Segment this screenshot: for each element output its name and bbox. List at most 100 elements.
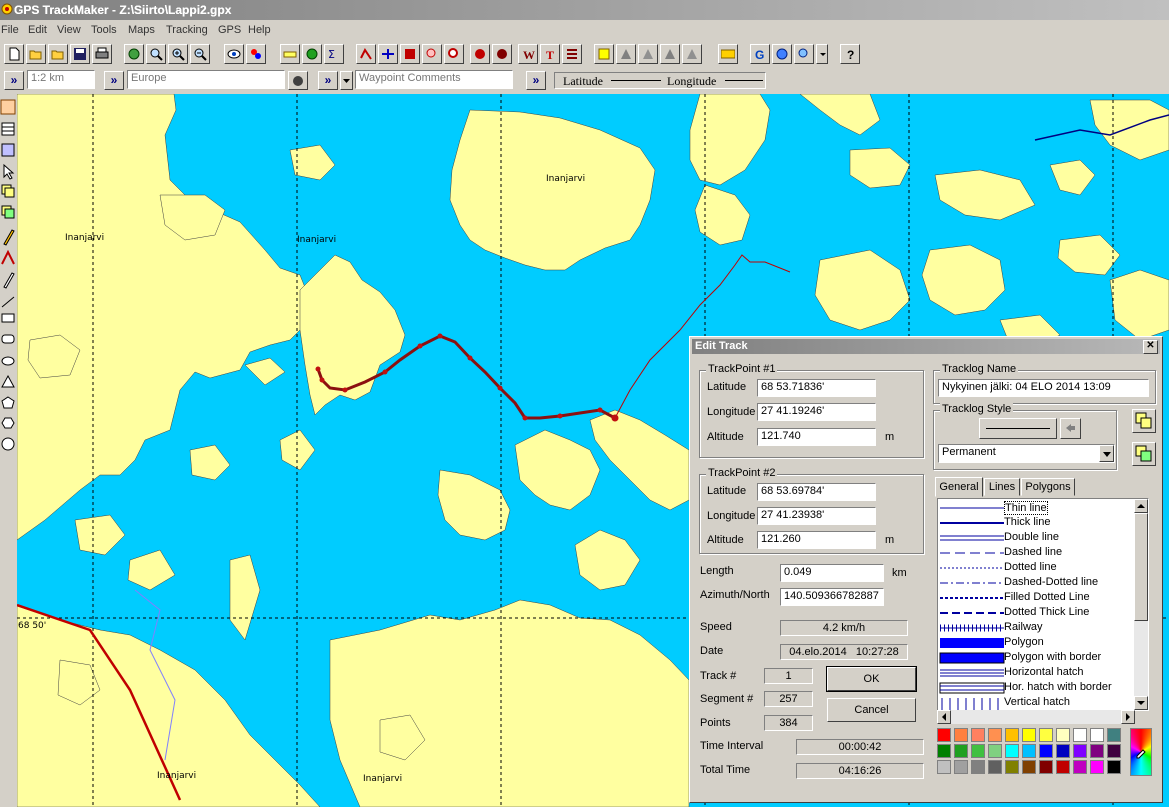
globe-button[interactable] xyxy=(302,44,322,64)
color-swatch[interactable] xyxy=(1056,728,1070,742)
color-swatch[interactable] xyxy=(937,744,951,758)
copy-icon[interactable] xyxy=(1,184,15,198)
list-item[interactable]: Vertical hatch xyxy=(938,695,1136,710)
list-scrollbar[interactable] xyxy=(1134,499,1148,710)
tp2-latitude-field[interactable]: 68 53.69784' xyxy=(757,483,876,501)
waypoint-dropdown[interactable] xyxy=(340,71,353,90)
length-field[interactable]: 0.049 xyxy=(780,564,884,582)
list-item[interactable]: Thick line xyxy=(938,515,1136,530)
track-search-button[interactable] xyxy=(444,44,464,64)
color-swatch[interactable] xyxy=(954,760,968,774)
color-swatch[interactable] xyxy=(1022,760,1036,774)
color-swatch[interactable] xyxy=(1039,760,1053,774)
save-button[interactable] xyxy=(70,44,90,64)
record-button[interactable] xyxy=(288,71,308,90)
color-swatch[interactable] xyxy=(1090,728,1104,742)
scroll-thumb[interactable] xyxy=(1134,513,1148,621)
ok-button[interactable]: OK xyxy=(826,666,917,692)
list-item[interactable]: Polygon with border xyxy=(938,650,1136,665)
region-go-button[interactable]: » xyxy=(104,71,124,90)
route-tool-button[interactable] xyxy=(492,44,512,64)
list-button[interactable] xyxy=(562,44,582,64)
menu-tools[interactable]: Tools xyxy=(91,24,117,36)
sigma-button[interactable]: Σ xyxy=(324,44,344,64)
color-swatch[interactable] xyxy=(954,728,968,742)
scroll-left-button[interactable] xyxy=(937,710,951,724)
hexagon-icon[interactable] xyxy=(1,417,15,429)
menu-edit[interactable]: Edit xyxy=(28,24,47,36)
style-copy-button[interactable] xyxy=(1132,409,1156,433)
earth-button[interactable] xyxy=(772,44,792,64)
color-swatch[interactable] xyxy=(1005,760,1019,774)
gps-device-3-button[interactable] xyxy=(660,44,680,64)
tp2-altitude-field[interactable]: 121.260 xyxy=(757,531,876,549)
google-button[interactable]: G xyxy=(750,44,770,64)
pentagon-icon[interactable] xyxy=(1,396,15,409)
custom-color-button[interactable] xyxy=(1130,728,1152,776)
web-search-dropdown[interactable] xyxy=(816,44,828,64)
style-select[interactable]: Permanent xyxy=(938,444,1115,463)
azimuth-field[interactable]: 140.509366782887 xyxy=(780,588,884,606)
color-swatch[interactable] xyxy=(937,728,951,742)
track-join-button[interactable] xyxy=(400,44,420,64)
gps-button[interactable] xyxy=(718,44,738,64)
list-item[interactable]: Railway xyxy=(938,620,1136,635)
color-swatch[interactable] xyxy=(1005,728,1019,742)
color-swatch[interactable] xyxy=(937,760,951,774)
color-swatch[interactable] xyxy=(1056,744,1070,758)
web-search-button[interactable] xyxy=(794,44,814,64)
list-hscrollbar[interactable] xyxy=(937,710,1135,724)
waypoint-tool-button[interactable] xyxy=(470,44,490,64)
waypoint-go-button[interactable]: » xyxy=(318,71,338,90)
scale-go-button[interactable]: » xyxy=(4,71,24,90)
tab-polygons[interactable]: Polygons xyxy=(1021,478,1075,496)
print-button[interactable] xyxy=(92,44,112,64)
color-swatch[interactable] xyxy=(1039,728,1053,742)
region-field[interactable]: Europe xyxy=(127,70,285,89)
scale-field[interactable]: 1:2 km xyxy=(27,70,95,89)
ruler-button[interactable] xyxy=(280,44,300,64)
arrow-pointer-icon[interactable] xyxy=(3,163,15,180)
gps-device-2-button[interactable] xyxy=(638,44,658,64)
view-eye-button[interactable] xyxy=(224,44,244,64)
rectangle-icon[interactable] xyxy=(1,313,15,323)
color-swatch[interactable] xyxy=(988,728,1002,742)
color-swatch[interactable] xyxy=(1022,728,1036,742)
zoom-button[interactable] xyxy=(146,44,166,64)
waypoint-comments-field[interactable]: Waypoint Comments xyxy=(355,70,513,89)
list-item[interactable]: Dotted Thick Line xyxy=(938,605,1136,620)
gps-receive-button[interactable] xyxy=(594,44,614,64)
color-swatch[interactable] xyxy=(988,760,1002,774)
color-swatch[interactable] xyxy=(1039,744,1053,758)
line-style-preview[interactable] xyxy=(979,418,1057,439)
style-select-dropdown[interactable] xyxy=(1099,445,1114,462)
hand-tool-icon[interactable] xyxy=(0,99,16,115)
color-swatch[interactable] xyxy=(1090,760,1104,774)
zoom-out-button[interactable] xyxy=(190,44,210,64)
list-item[interactable]: Thin line xyxy=(938,500,1136,515)
tp2-longitude-field[interactable]: 27 41.23938' xyxy=(757,507,876,525)
color-swatch[interactable] xyxy=(1073,744,1087,758)
style-paste-button[interactable] xyxy=(1132,442,1156,466)
tp1-longitude-field[interactable]: 27 41.19246' xyxy=(757,403,876,421)
color-swatch[interactable] xyxy=(1107,760,1121,774)
list-item[interactable]: Dashed-Dotted line xyxy=(938,575,1136,590)
coordinate-go-button[interactable]: » xyxy=(526,71,546,90)
line-icon[interactable] xyxy=(1,296,15,308)
color-swatch[interactable] xyxy=(971,728,985,742)
gps-device-1-button[interactable] xyxy=(616,44,636,64)
map-view-button[interactable] xyxy=(124,44,144,64)
color-swatch[interactable] xyxy=(971,744,985,758)
list-item[interactable]: Dashed line xyxy=(938,545,1136,560)
new-file-button[interactable] xyxy=(4,44,24,64)
draw-track-icon[interactable] xyxy=(1,249,15,265)
gps-device-4-button[interactable] xyxy=(682,44,702,64)
line-style-list[interactable]: Thin line Thick line Double line Dashed … xyxy=(937,498,1149,711)
list-item[interactable]: Horizontal hatch xyxy=(938,665,1136,680)
circle-icon[interactable] xyxy=(1,437,15,451)
open-add-button[interactable] xyxy=(48,44,68,64)
track-split-button[interactable] xyxy=(378,44,398,64)
select-area-icon[interactable] xyxy=(1,143,15,157)
color-swatch[interactable] xyxy=(1022,744,1036,758)
rounded-rectangle-icon[interactable] xyxy=(1,334,15,344)
